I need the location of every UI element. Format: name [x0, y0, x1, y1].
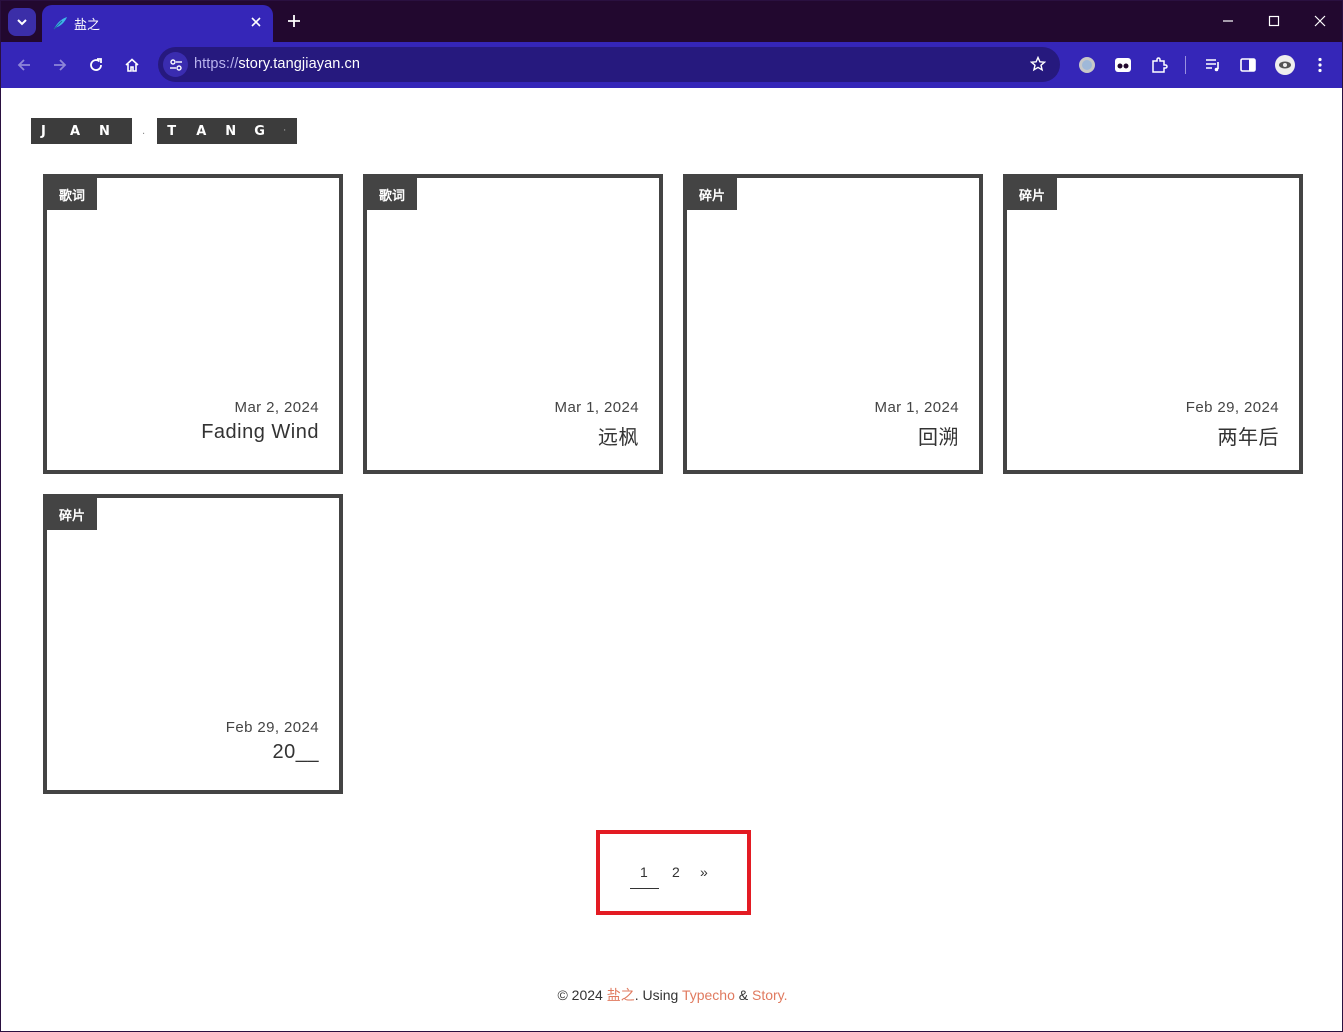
- logo-part-tang: T A N G ·: [157, 118, 298, 144]
- tune-icon: [169, 58, 182, 71]
- logo-letter: N: [99, 123, 110, 139]
- logo-letter: G: [254, 123, 265, 139]
- glasses-icon: [1115, 58, 1131, 72]
- post-title[interactable]: 远枫: [598, 421, 639, 450]
- logo-letter: J: [41, 123, 46, 139]
- extension-button-2[interactable]: [1111, 53, 1135, 77]
- tab-close-icon[interactable]: [247, 13, 265, 31]
- post-card[interactable]: 碎片 Feb 29, 2024 20__: [43, 494, 343, 794]
- logo-letter: N: [225, 123, 237, 139]
- footer-period: .: [783, 987, 788, 1003]
- new-tab-button[interactable]: [284, 11, 304, 31]
- post-title[interactable]: 20__: [273, 741, 320, 764]
- url-scheme: https://: [194, 56, 239, 72]
- pagination: 1 2 »: [596, 830, 751, 915]
- browser-toolbar: https://story.tangjiayan.cn: [1, 42, 1342, 88]
- address-bar[interactable]: https://story.tangjiayan.cn: [158, 47, 1060, 82]
- logo-letter: A: [196, 123, 207, 139]
- active-tab[interactable]: 盐之: [42, 5, 273, 42]
- footer-author-link[interactable]: 盐之: [607, 987, 635, 1003]
- logo-part-jan: J A N: [31, 118, 132, 144]
- browser-window: 盐之 https://story.tangjiayan.cn J A N . T…: [0, 0, 1343, 1032]
- post-card[interactable]: 碎片 Feb 29, 2024 两年后: [1003, 174, 1303, 474]
- back-button[interactable]: [12, 53, 36, 77]
- tab-search-button[interactable]: [8, 8, 36, 36]
- site-footer: © 2024 盐之. Using Typecho & Story.: [2, 985, 1342, 1005]
- playlist-icon: [1206, 59, 1219, 72]
- more-vertical-icon: [1318, 57, 1322, 73]
- bookmark-star-button[interactable]: [1028, 54, 1048, 74]
- footer-story-link[interactable]: Story: [752, 987, 784, 1003]
- post-card[interactable]: 碎片 Mar 1, 2024 回溯: [683, 174, 983, 474]
- category-badge[interactable]: 碎片: [687, 178, 738, 210]
- category-badge[interactable]: 歌词: [47, 178, 98, 210]
- post-date: Mar 2, 2024: [234, 399, 319, 416]
- post-title[interactable]: 回溯: [918, 421, 959, 450]
- logo-letter: A: [70, 123, 81, 139]
- home-icon: [125, 58, 139, 72]
- side-panel-icon: [1240, 58, 1256, 72]
- category-badge[interactable]: 碎片: [1007, 178, 1058, 210]
- toolbar-separator: [1185, 56, 1186, 74]
- chevron-down-icon: [17, 19, 27, 26]
- web-page: J A N . T A N G · 歌词 Mar 2, 2024 Fading …: [2, 88, 1342, 1031]
- browser-menu-button[interactable]: [1308, 53, 1332, 77]
- post-card[interactable]: 歌词 Mar 1, 2024 远枫: [363, 174, 663, 474]
- post-date: Mar 1, 2024: [874, 399, 959, 416]
- maximize-icon: [1268, 15, 1280, 27]
- logo-tail: ·: [283, 126, 287, 136]
- arrow-left-icon: [17, 59, 30, 71]
- tab-strip: 盐之: [1, 1, 1342, 42]
- maximize-button[interactable]: [1261, 9, 1287, 33]
- tab-title: 盐之: [74, 18, 101, 33]
- feather-favicon-icon: [53, 17, 67, 30]
- footer-amp: &: [738, 987, 749, 1003]
- post-date: Feb 29, 2024: [225, 719, 319, 736]
- site-info-button[interactable]: [163, 52, 188, 77]
- post-date: Feb 29, 2024: [1185, 399, 1279, 416]
- url-host: story.tangjiayan.cn: [238, 56, 361, 72]
- media-button[interactable]: [1201, 53, 1225, 77]
- footer-copyright: © 2024: [557, 987, 603, 1003]
- extensions-button[interactable]: [1147, 53, 1171, 77]
- pagination-next-link[interactable]: »: [700, 864, 708, 880]
- home-button[interactable]: [120, 53, 144, 77]
- post-title[interactable]: Fading Wind: [201, 421, 319, 444]
- pagination-current-page[interactable]: 1: [630, 864, 659, 889]
- plus-icon: [288, 15, 300, 27]
- forward-button[interactable]: [48, 53, 72, 77]
- url-text[interactable]: https://story.tangjiayan.cn: [194, 56, 360, 72]
- extension-button-1[interactable]: [1075, 53, 1099, 77]
- site-logo[interactable]: J A N . T A N G ·: [31, 118, 298, 144]
- footer-typecho-link[interactable]: Typecho: [682, 987, 735, 1003]
- post-title[interactable]: 两年后: [1218, 421, 1280, 450]
- avatar-icon: [1275, 55, 1295, 75]
- profile-button[interactable]: [1273, 53, 1297, 77]
- extension-circle-icon: [1079, 57, 1095, 73]
- arrow-right-icon: [54, 59, 67, 71]
- pagination-page-2[interactable]: 2: [672, 864, 680, 880]
- footer-using-text: . Using: [634, 987, 679, 1003]
- reload-icon: [90, 58, 102, 71]
- post-card[interactable]: 歌词 Mar 2, 2024 Fading Wind: [43, 174, 343, 474]
- category-badge[interactable]: 歌词: [367, 178, 418, 210]
- reload-button[interactable]: [84, 53, 108, 77]
- category-badge[interactable]: 碎片: [47, 498, 98, 530]
- star-icon: [1030, 56, 1046, 72]
- post-date: Mar 1, 2024: [554, 399, 639, 416]
- logo-letter: T: [167, 123, 177, 139]
- minimize-button[interactable]: [1215, 9, 1241, 33]
- close-icon: [1314, 15, 1326, 27]
- logo-separator: .: [142, 125, 146, 137]
- minimize-icon: [1223, 20, 1233, 22]
- close-window-button[interactable]: [1307, 9, 1333, 33]
- side-panel-button[interactable]: [1236, 53, 1260, 77]
- puzzle-icon: [1152, 57, 1168, 73]
